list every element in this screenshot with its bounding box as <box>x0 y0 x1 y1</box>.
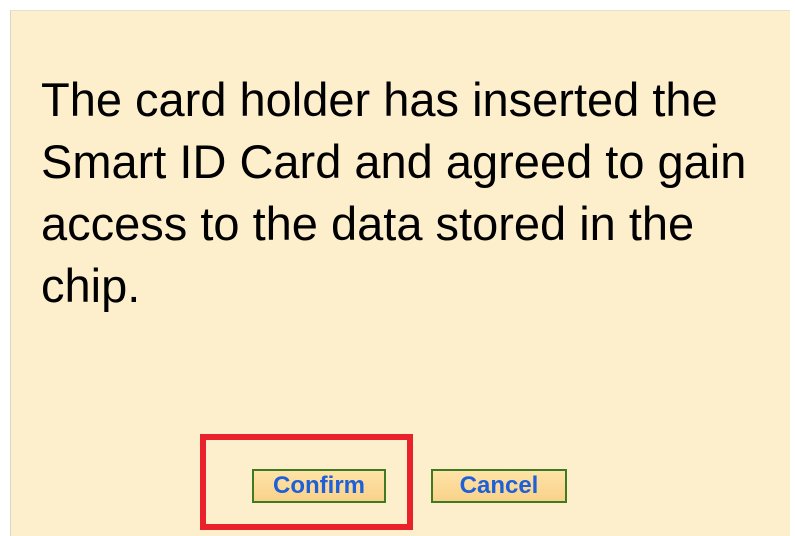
dialog-message: The card holder has inserted the Smart I… <box>41 73 747 312</box>
cancel-button[interactable]: Cancel <box>431 469 567 503</box>
confirmation-dialog: The card holder has inserted the Smart I… <box>10 10 790 536</box>
confirm-button[interactable]: Confirm <box>252 469 386 503</box>
